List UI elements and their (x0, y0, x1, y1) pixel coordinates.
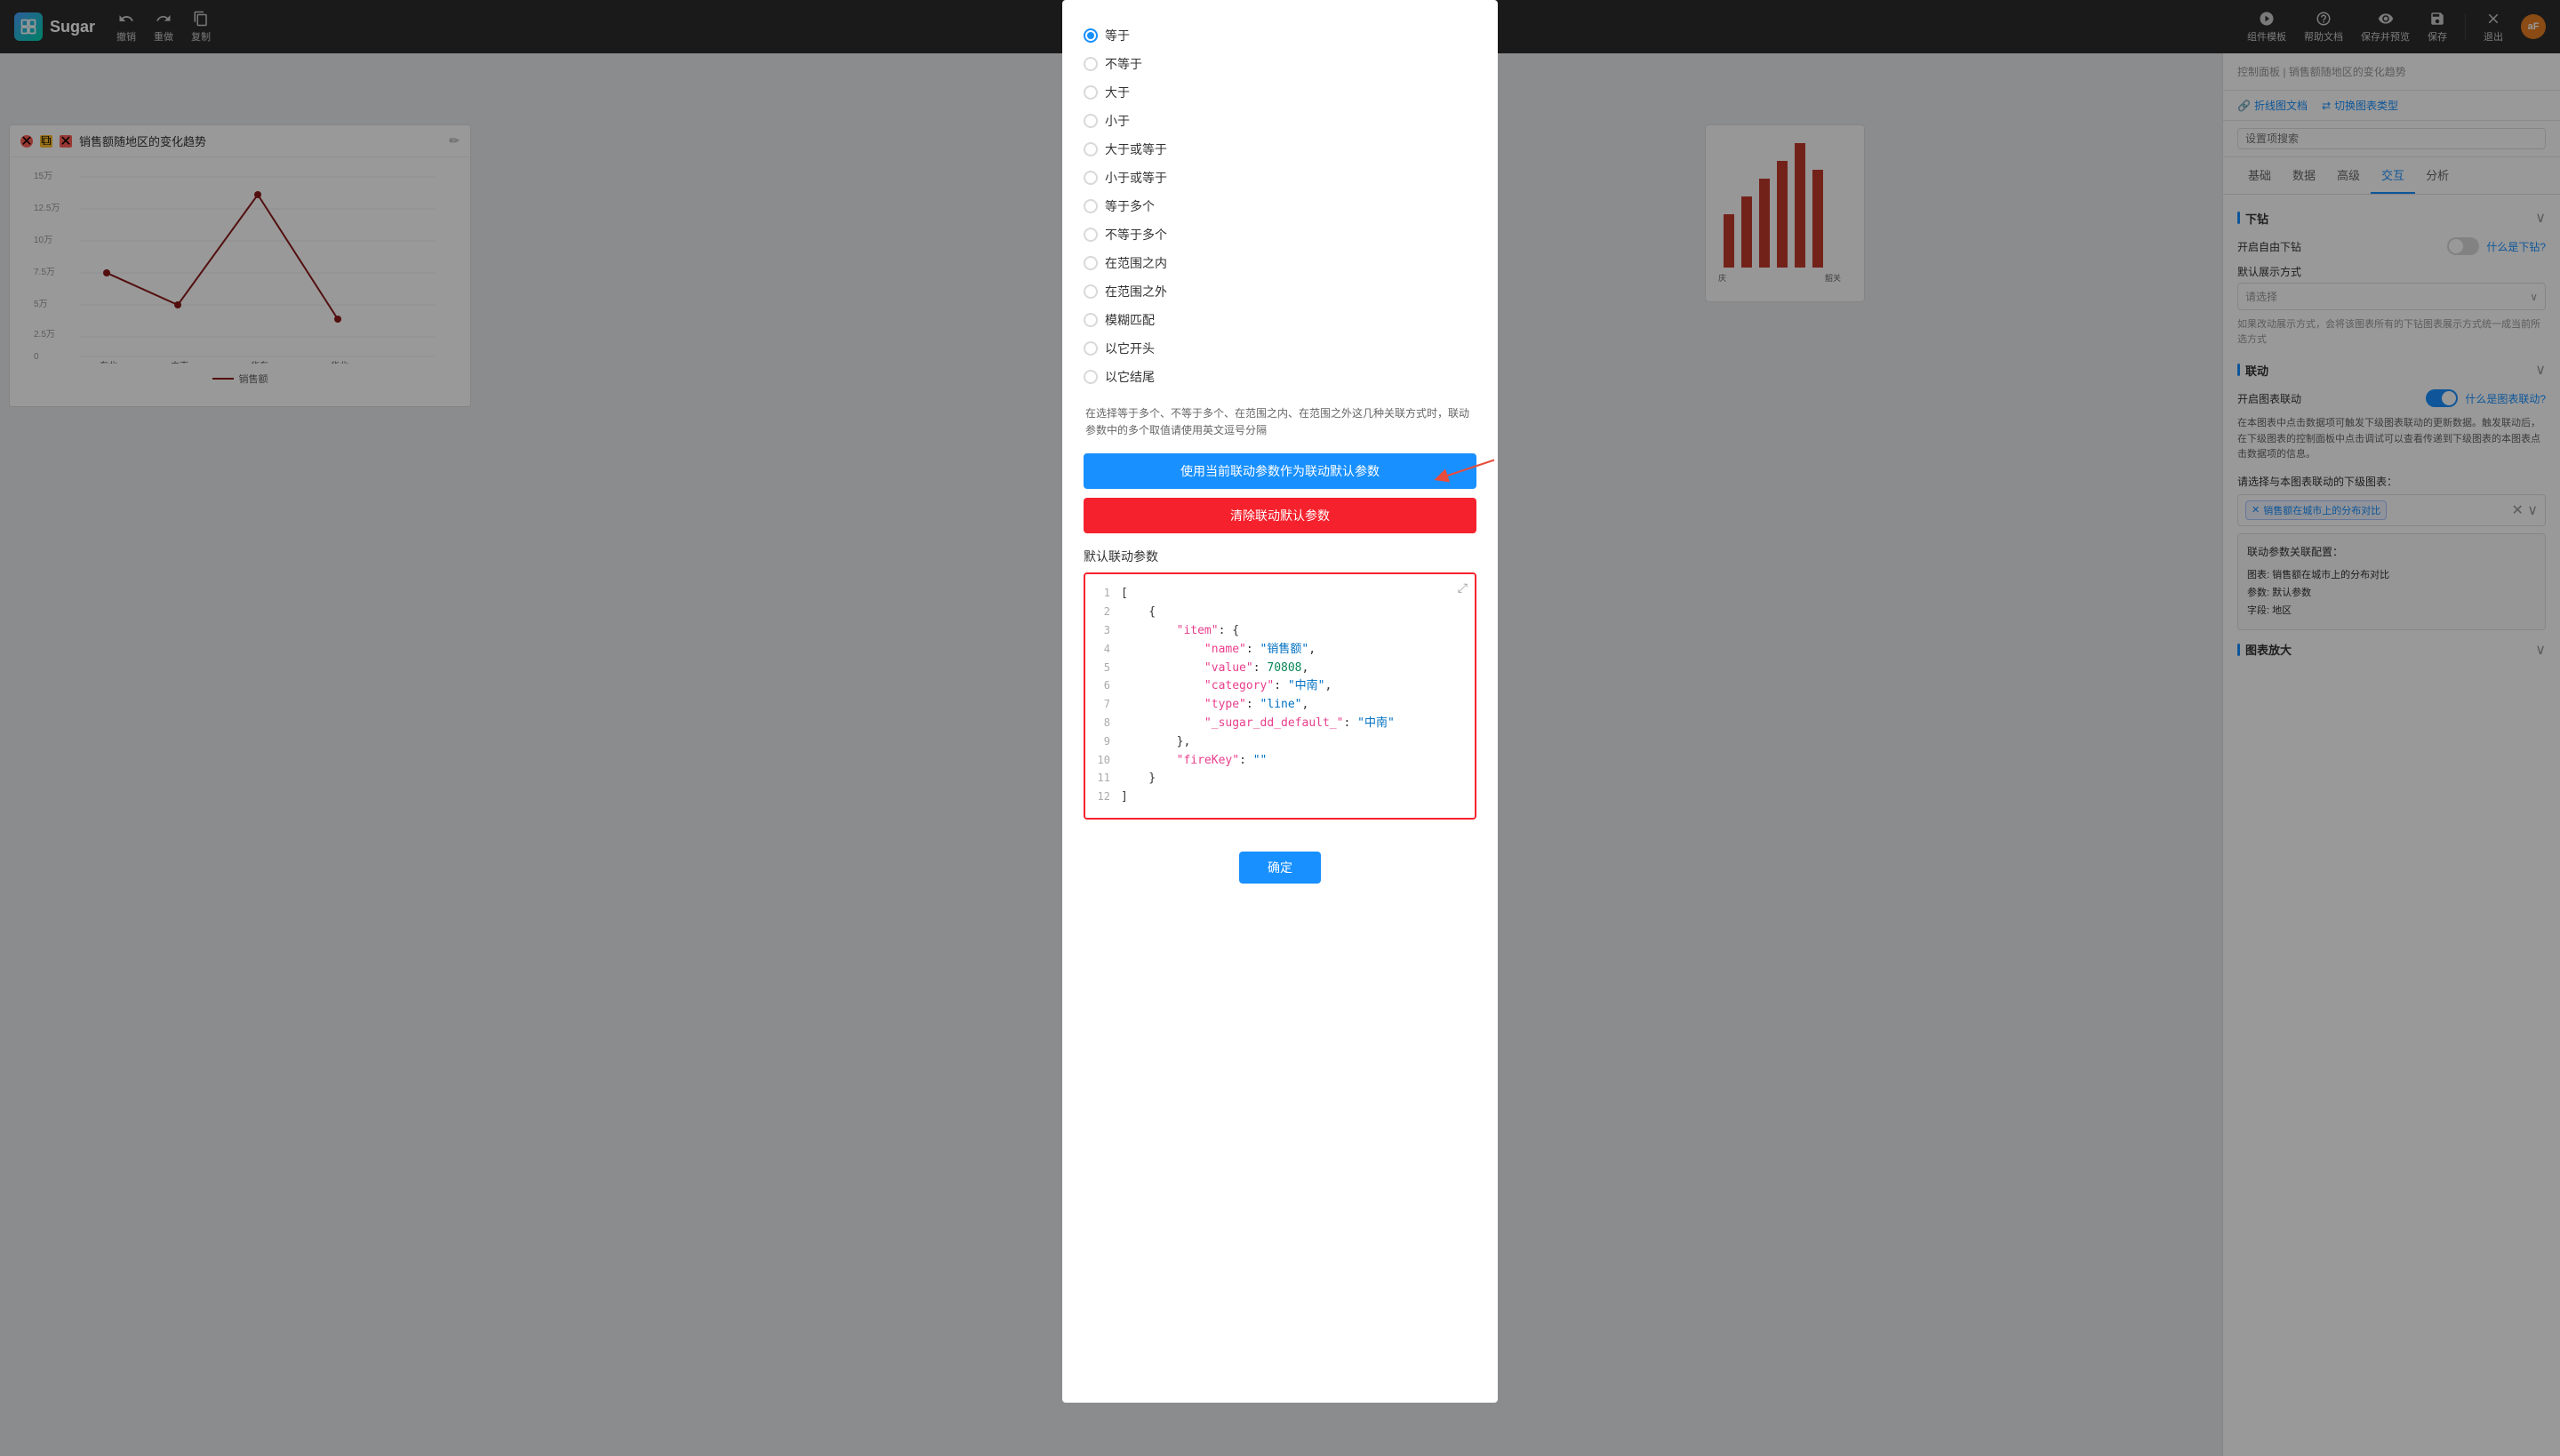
radio-item-11[interactable]: 以它开头 (1084, 334, 1476, 363)
use-param-button[interactable]: 使用当前联动参数作为联动默认参数 (1084, 453, 1476, 489)
radio-label-2: 大于 (1105, 84, 1130, 101)
default-params-label: 默认联动参数 (1084, 548, 1476, 565)
radio-circle-10 (1084, 313, 1098, 327)
radio-item-4[interactable]: 大于或等于 (1084, 135, 1476, 164)
code-line-2: 2 { (1085, 604, 1475, 622)
radio-circle-3 (1084, 114, 1098, 128)
expand-icon[interactable]: ⤢ (1458, 581, 1468, 596)
radio-circle-0 (1084, 28, 1098, 43)
code-area: ⤢ 1 [ 2 { 3 "item": { (1085, 574, 1475, 818)
code-line-12: 12 ] (1085, 788, 1475, 807)
radio-item-2[interactable]: 大于 (1084, 78, 1476, 107)
radio-circle-11 (1084, 341, 1098, 356)
radio-label-8: 在范围之内 (1105, 254, 1167, 272)
radio-label-11: 以它开头 (1105, 340, 1155, 357)
radio-circle-8 (1084, 256, 1098, 270)
code-line-5: 5 "value": 70808, (1085, 660, 1475, 678)
radio-label-3: 小于 (1105, 112, 1130, 130)
code-line-4: 4 "name": "销售额", (1085, 641, 1475, 660)
radio-label-9: 在范围之外 (1105, 283, 1167, 300)
radio-item-6[interactable]: 等于多个 (1084, 192, 1476, 220)
code-line-8: 8 "_sugar_dd_default_": "中南" (1085, 715, 1475, 733)
radio-item-0[interactable]: 等于 (1084, 21, 1476, 50)
radio-circle-12 (1084, 370, 1098, 384)
radio-circle-9 (1084, 284, 1098, 299)
radio-label-4: 大于或等于 (1105, 140, 1167, 158)
radio-label-7: 不等于多个 (1105, 226, 1167, 244)
radio-item-5[interactable]: 小于或等于 (1084, 164, 1476, 192)
radio-label-6: 等于多个 (1105, 197, 1155, 215)
confirm-button[interactable]: 确定 (1239, 852, 1321, 884)
default-params-box: ⤢ 1 [ 2 { 3 "item": { (1084, 572, 1476, 820)
code-line-6: 6 "category": "中南", (1085, 677, 1475, 696)
radio-item-10[interactable]: 模糊匹配 (1084, 306, 1476, 334)
modal-overlay: 等于 不等于 大于 小于 大于或等于 (0, 0, 2560, 1456)
modal-footer: 确定 (1062, 841, 1498, 905)
code-line-9: 9 }, (1085, 733, 1475, 752)
code-line-11: 11 } (1085, 770, 1475, 788)
radio-item-12[interactable]: 以它结尾 (1084, 363, 1476, 391)
code-line-1: 1 [ (1085, 585, 1475, 604)
use-param-area: 使用当前联动参数作为联动默认参数 (1084, 453, 1476, 489)
radio-item-8[interactable]: 在范围之内 (1084, 249, 1476, 277)
radio-circle-4 (1084, 142, 1098, 156)
clear-param-button[interactable]: 清除联动默认参数 (1084, 498, 1476, 533)
modal-body: 等于 不等于 大于 小于 大于或等于 (1062, 0, 1498, 841)
radio-circle-5 (1084, 171, 1098, 185)
radio-label-0: 等于 (1105, 27, 1130, 44)
radio-circle-7 (1084, 228, 1098, 242)
radio-label-12: 以它结尾 (1105, 368, 1155, 386)
radio-label-1: 不等于 (1105, 55, 1142, 73)
radio-item-3[interactable]: 小于 (1084, 107, 1476, 135)
code-line-7: 7 "type": "line", (1085, 696, 1475, 715)
radio-circle-2 (1084, 85, 1098, 100)
radio-circle-1 (1084, 57, 1098, 71)
radio-group: 等于 不等于 大于 小于 大于或等于 (1084, 21, 1476, 391)
radio-label-5: 小于或等于 (1105, 169, 1167, 187)
radio-label-10: 模糊匹配 (1105, 311, 1155, 329)
radio-circle-6 (1084, 199, 1098, 213)
radio-item-7[interactable]: 不等于多个 (1084, 220, 1476, 249)
radio-item-1[interactable]: 不等于 (1084, 50, 1476, 78)
modal-hint: 在选择等于多个、不等于多个、在范围之内、在范围之外这几种关联方式时，联动参数中的… (1084, 405, 1476, 439)
code-line-3: 3 "item": { (1085, 622, 1475, 641)
code-line-10: 10 "fireKey": "" (1085, 752, 1475, 771)
radio-item-9[interactable]: 在范围之外 (1084, 277, 1476, 306)
modal: 等于 不等于 大于 小于 大于或等于 (1062, 0, 1498, 1403)
